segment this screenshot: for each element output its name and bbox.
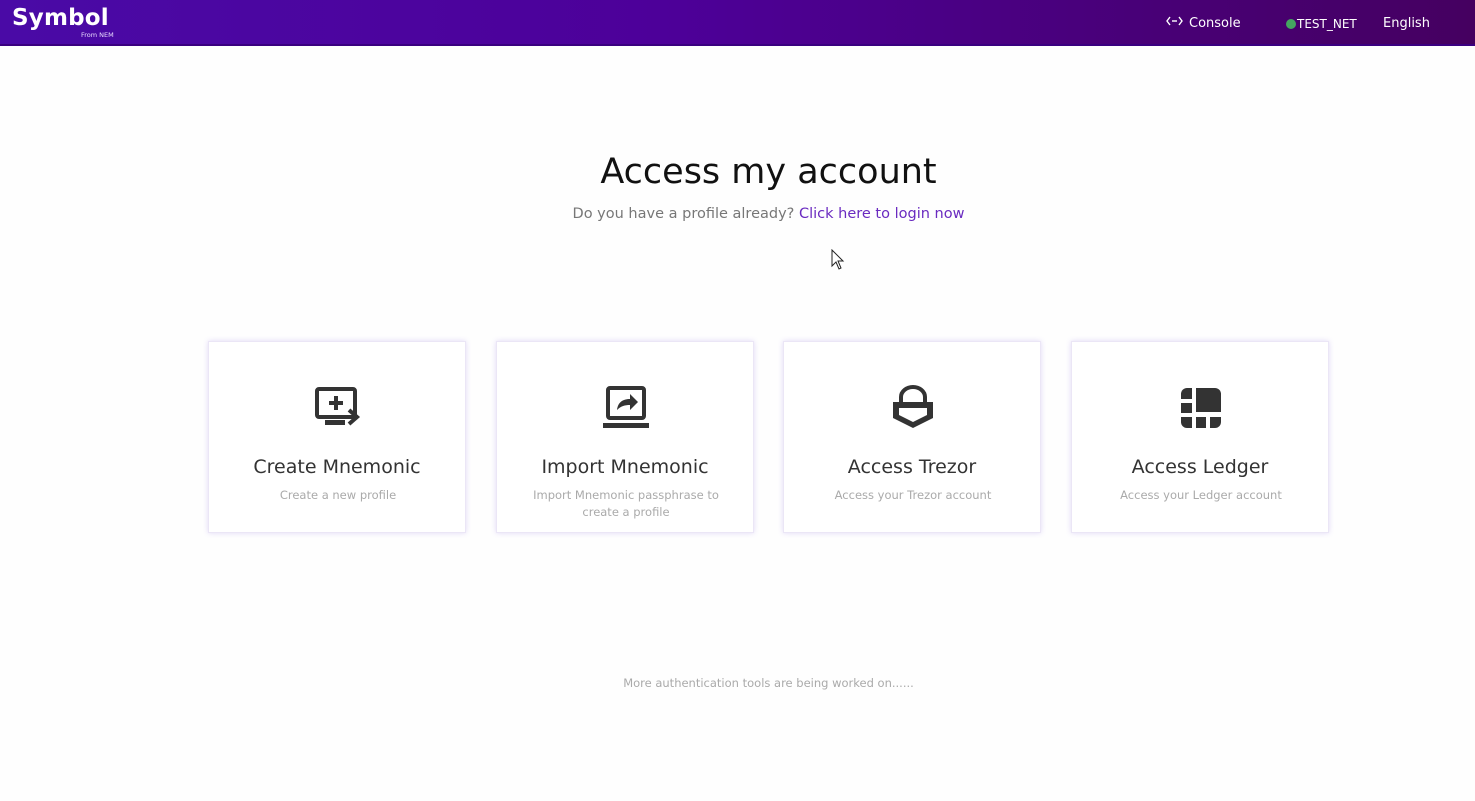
- card-title: Import Mnemonic: [541, 456, 709, 478]
- card-description: Import Mnemonic passphrase to create a p…: [533, 488, 719, 519]
- card-title: Access Ledger: [1131, 456, 1269, 478]
- console-label: Console: [1189, 15, 1241, 31]
- trezor-shield-icon: [889, 384, 937, 432]
- import-mnemonic-card[interactable]: Import Mnemonic Import Mnemonic passphra…: [496, 341, 754, 533]
- footer-note: More authentication tools are being work…: [623, 676, 914, 690]
- mouse-cursor-icon: [831, 249, 845, 270]
- access-trezor-card[interactable]: Access Trezor Access your Trezor account: [783, 341, 1041, 533]
- language-selector[interactable]: English: [1383, 16, 1430, 32]
- symbol-logo[interactable]: Symbol: [12, 4, 109, 32]
- card-title: Access Trezor: [847, 456, 977, 478]
- login-prompt-text: Do you have a profile already?: [572, 206, 795, 222]
- ledger-grid-icon: [1177, 384, 1225, 432]
- access-ledger-card[interactable]: Access Ledger Access your Ledger account: [1071, 341, 1329, 533]
- network-selector[interactable]: TEST_NET: [1286, 16, 1357, 32]
- page-title: Access my account: [600, 152, 937, 192]
- top-navigation-bar: Symbol From NEM Console TEST_NET English: [0, 0, 1475, 46]
- card-description: Access your Ledger account: [1120, 488, 1282, 502]
- code-arrows-icon: [1166, 15, 1183, 31]
- login-link[interactable]: Click here to login now: [799, 206, 964, 222]
- monitor-plus-icon: [314, 384, 362, 432]
- network-label: TEST_NET: [1297, 17, 1357, 31]
- card-title: Create Mnemonic: [253, 456, 421, 478]
- card-description: Access your Trezor account: [834, 488, 992, 502]
- create-mnemonic-card[interactable]: Create Mnemonic Create a new profile: [208, 341, 466, 533]
- logo-subtext: From NEM: [81, 31, 114, 39]
- login-prompt: Do you have a profile already? Click her…: [0, 204, 1475, 224]
- console-button[interactable]: Console: [1166, 14, 1241, 32]
- laptop-share-icon: [602, 384, 650, 432]
- card-description: Create a new profile: [279, 488, 397, 502]
- network-status-icon: [1286, 19, 1296, 29]
